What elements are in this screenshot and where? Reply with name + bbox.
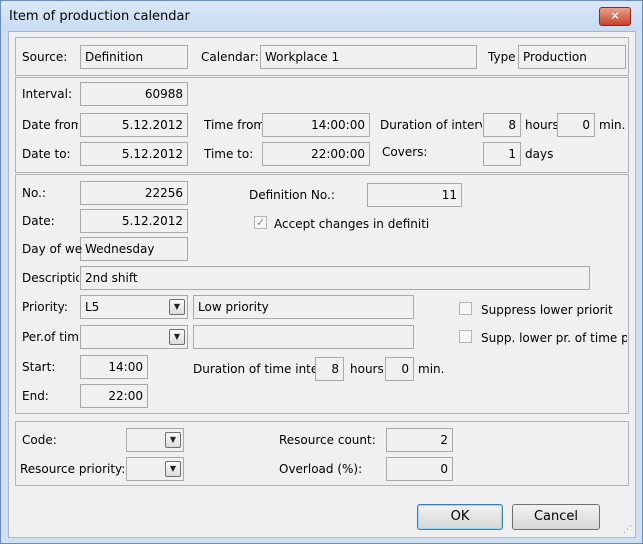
- suppress-lower-priority-label: Suppress lower priorit: [481, 303, 613, 317]
- chevron-down-icon: ▼: [173, 332, 181, 341]
- interval-group: Interval: 60988 Date from 5.12.2012 Time…: [15, 77, 629, 173]
- start-label: Start:: [22, 360, 56, 374]
- date-to-field[interactable]: 5.12.2012: [80, 142, 188, 166]
- number-field[interactable]: 22256: [80, 181, 188, 205]
- source-group: Source: Definition Calendar: Workplace 1…: [15, 37, 629, 76]
- priority-text-field[interactable]: Low priority: [193, 295, 414, 319]
- ok-button[interactable]: OK: [417, 504, 503, 530]
- duration-time-min-field[interactable]: 0: [385, 357, 414, 381]
- time-to-field[interactable]: 22:00:00: [262, 142, 370, 166]
- date-from-label: Date from: [22, 118, 78, 132]
- chevron-down-icon: ▼: [169, 435, 177, 444]
- definition-number-field[interactable]: 11: [367, 183, 462, 207]
- period-of-time-label: Per.of tim: [22, 330, 79, 344]
- end-field[interactable]: 22:00: [80, 384, 148, 408]
- days-label: days: [525, 147, 554, 161]
- source-field[interactable]: Definition: [80, 45, 188, 69]
- resources-group: Code: ▼ Resource count: 2 Resource prior…: [15, 421, 629, 486]
- code-label: Code:: [22, 433, 57, 447]
- description-field[interactable]: 2nd shift: [80, 266, 590, 290]
- duration-hours-field[interactable]: 8: [483, 113, 521, 137]
- close-button[interactable]: ✕: [599, 7, 631, 26]
- window-title: Item of production calendar: [9, 9, 190, 24]
- chevron-down-icon: ▼: [169, 464, 177, 473]
- accept-changes-checkbox[interactable]: ✓: [254, 216, 267, 229]
- date-field[interactable]: 5.12.2012: [80, 209, 188, 233]
- calendar-field[interactable]: Workplace 1: [260, 45, 477, 69]
- detail-group: No.: 22256 Definition No.: 11 Date: 5.12…: [15, 174, 629, 414]
- date-label: Date:: [22, 214, 55, 228]
- resource-count-field[interactable]: 2: [386, 428, 453, 452]
- priority-label: Priority:: [22, 300, 68, 314]
- source-label: Source:: [22, 50, 68, 64]
- time-from-field[interactable]: 14:00:00: [262, 113, 370, 137]
- accept-changes-label: Accept changes in definiti: [274, 217, 430, 231]
- suppress-lower-priority-time-label: Supp. lower pr. of time p: [481, 331, 627, 345]
- resource-count-label: Resource count:: [279, 433, 376, 447]
- covers-field[interactable]: 1: [483, 142, 521, 166]
- interval-label: Interval:: [22, 87, 72, 101]
- resource-priority-label: Resource priority:: [20, 462, 126, 476]
- day-of-week-field[interactable]: Wednesday: [80, 237, 188, 261]
- period-of-time-dropdown-button[interactable]: ▼: [169, 329, 185, 345]
- overload-field[interactable]: 0: [386, 457, 453, 481]
- dialog-body: Source: Definition Calendar: Workplace 1…: [8, 31, 636, 538]
- duration-label: Duration of interv: [380, 118, 482, 132]
- priority-dropdown-button[interactable]: ▼: [169, 299, 185, 315]
- duration-time-min-label: min.: [418, 362, 445, 376]
- time-to-label: Time to:: [204, 147, 254, 161]
- min-label: min.: [599, 118, 626, 132]
- duration-min-field[interactable]: 0: [557, 113, 595, 137]
- check-icon: ✓: [255, 216, 266, 229]
- number-label: No.:: [22, 186, 46, 200]
- end-label: End:: [22, 389, 49, 403]
- duration-time-hours-label: hours: [350, 362, 384, 376]
- start-field[interactable]: 14:00: [80, 355, 148, 379]
- hours-label: hours: [525, 118, 559, 132]
- type-field[interactable]: Production: [518, 45, 626, 69]
- title-bar[interactable]: Item of production calendar ✕: [1, 1, 642, 31]
- covers-label: Covers:: [382, 145, 428, 159]
- suppress-lower-priority-time-checkbox[interactable]: [459, 330, 472, 343]
- time-from-label: Time from: [204, 118, 262, 132]
- interval-field[interactable]: 60988: [80, 82, 188, 106]
- day-of-week-label: Day of week: [22, 242, 82, 256]
- close-icon: ✕: [609, 9, 621, 23]
- resource-priority-dropdown-button[interactable]: ▼: [165, 461, 181, 477]
- period-of-time-text-field[interactable]: [193, 325, 414, 349]
- type-label: Type: [488, 50, 516, 64]
- chevron-down-icon: ▼: [173, 302, 181, 311]
- date-from-field[interactable]: 5.12.2012: [80, 113, 188, 137]
- overload-label: Overload (%):: [279, 462, 363, 476]
- suppress-lower-priority-checkbox[interactable]: [459, 302, 472, 315]
- definition-number-label: Definition No.:: [249, 188, 335, 202]
- description-label: Descriptio: [22, 271, 79, 285]
- calendar-label: Calendar:: [201, 50, 259, 64]
- duration-time-hours-field[interactable]: 8: [315, 357, 344, 381]
- resize-grip-icon[interactable]: ⋰: [623, 525, 633, 535]
- duration-time-label: Duration of time inter: [193, 362, 315, 376]
- date-to-label: Date to:: [22, 147, 71, 161]
- cancel-button[interactable]: Cancel: [512, 504, 600, 530]
- code-dropdown-button[interactable]: ▼: [165, 432, 181, 448]
- dialog-window: Item of production calendar ✕ Source: De…: [0, 0, 643, 544]
